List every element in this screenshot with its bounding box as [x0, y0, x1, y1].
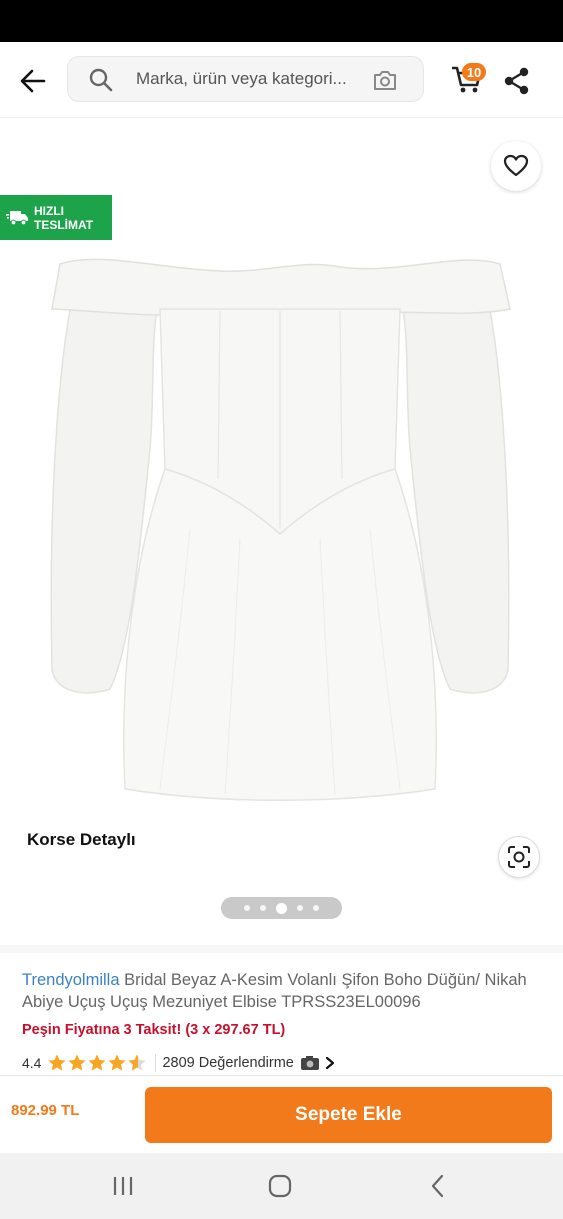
back-icon: [431, 1174, 444, 1198]
visual-search-icon: [508, 846, 530, 868]
pagination-dot[interactable]: [313, 905, 319, 911]
star-icon: [108, 1054, 126, 1071]
installment-info[interactable]: Peşin Fiyatına 3 Taksit! (3 x 297.67 TL): [22, 1022, 541, 1038]
price: 892.99 TL: [11, 1102, 80, 1119]
camera-emoji-icon: [300, 1056, 319, 1070]
rating-divider: [155, 1054, 157, 1072]
add-to-cart-button[interactable]: Sepete Ekle: [145, 1087, 552, 1143]
pagination-dot[interactable]: [244, 905, 250, 911]
product-info: Trendyolmilla Bridal Beyaz A-Kesim Volan…: [0, 953, 563, 1075]
chevron-right-icon[interactable]: [324, 1056, 336, 1070]
recents-button[interactable]: [108, 1173, 138, 1199]
back-button[interactable]: [14, 62, 52, 100]
favorite-button[interactable]: [491, 141, 541, 191]
brand-link[interactable]: Trendyolmilla: [22, 971, 120, 989]
share-button[interactable]: [500, 64, 534, 98]
rating-row[interactable]: 4.4 2809 Değerlendirme: [22, 1053, 336, 1073]
pagination-dot[interactable]: [260, 905, 266, 911]
star-icon: [88, 1054, 106, 1071]
gallery-pagination: [221, 897, 342, 919]
visual-search-button[interactable]: [498, 836, 540, 878]
review-count[interactable]: 2809 Değerlendirme: [162, 1055, 293, 1071]
pagination-dot[interactable]: [297, 905, 303, 911]
product-image[interactable]: [40, 249, 520, 809]
star-half-icon: [128, 1054, 146, 1071]
share-icon: [504, 67, 529, 95]
product-title: Trendyolmilla Bridal Beyaz A-Kesim Volan…: [22, 969, 541, 1013]
fast-delivery-badge: HIZLI TESLİMAT: [0, 195, 112, 240]
back-arrow-icon: [20, 69, 46, 93]
search-icon: [89, 68, 113, 92]
rating-score: 4.4: [22, 1055, 42, 1071]
heart-icon: [503, 154, 529, 177]
camera-icon[interactable]: [372, 67, 398, 93]
status-bar: [0, 0, 563, 42]
search-box[interactable]: [67, 56, 424, 102]
star-icon: [48, 1054, 66, 1071]
system-back-button[interactable]: [423, 1173, 453, 1199]
section-divider: [0, 945, 563, 953]
fast-delivery-label: HIZLI TESLİMAT: [34, 203, 94, 232]
star-icon: [68, 1054, 86, 1071]
product-gallery[interactable]: HIZLI TESLİMAT Korse Detaylı: [0, 119, 563, 945]
cart-count-badge: 10: [462, 63, 486, 81]
image-caption: Korse Detaylı: [27, 830, 136, 849]
home-button[interactable]: [265, 1173, 295, 1199]
top-header: 10: [0, 42, 563, 118]
system-nav-bar: [0, 1153, 563, 1219]
truck-icon: [6, 210, 28, 225]
rating-stars: [47, 1053, 147, 1073]
recents-icon: [113, 1177, 133, 1195]
purchase-bar: 892.99 TL Sepete Ekle: [0, 1075, 563, 1153]
pagination-dot-active[interactable]: [276, 902, 287, 914]
home-icon: [268, 1174, 292, 1198]
search-input[interactable]: [136, 57, 364, 101]
